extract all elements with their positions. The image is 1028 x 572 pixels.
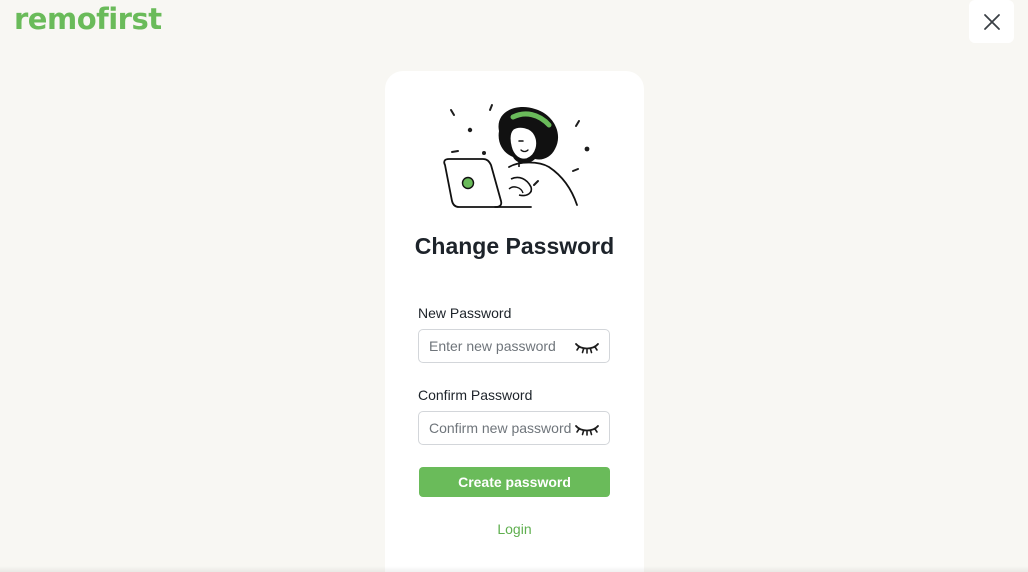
eye-closed-icon[interactable] bbox=[574, 339, 600, 355]
confirm-password-field-wrapper bbox=[418, 411, 610, 445]
create-password-button[interactable]: Create password bbox=[419, 467, 610, 497]
close-icon bbox=[983, 13, 1000, 30]
new-password-input[interactable] bbox=[419, 330, 579, 362]
page-title: Change Password bbox=[414, 233, 615, 259]
login-link[interactable]: Login bbox=[385, 521, 644, 537]
eye-closed-icon[interactable] bbox=[574, 421, 600, 437]
change-password-page: remofirst Change Password New Password C… bbox=[0, 0, 1028, 572]
confirm-password-label: Confirm Password bbox=[418, 387, 533, 403]
person-with-laptop-illustration bbox=[443, 104, 590, 208]
bottom-edge-shadow bbox=[0, 566, 1028, 572]
new-password-label: New Password bbox=[418, 305, 512, 321]
change-password-card: Change Password New Password Confirm Pas… bbox=[385, 71, 644, 572]
remofirst-logo: remofirst bbox=[14, 2, 162, 36]
confirm-password-input[interactable] bbox=[419, 412, 579, 444]
new-password-field-wrapper bbox=[418, 329, 610, 363]
close-button[interactable] bbox=[969, 0, 1014, 43]
